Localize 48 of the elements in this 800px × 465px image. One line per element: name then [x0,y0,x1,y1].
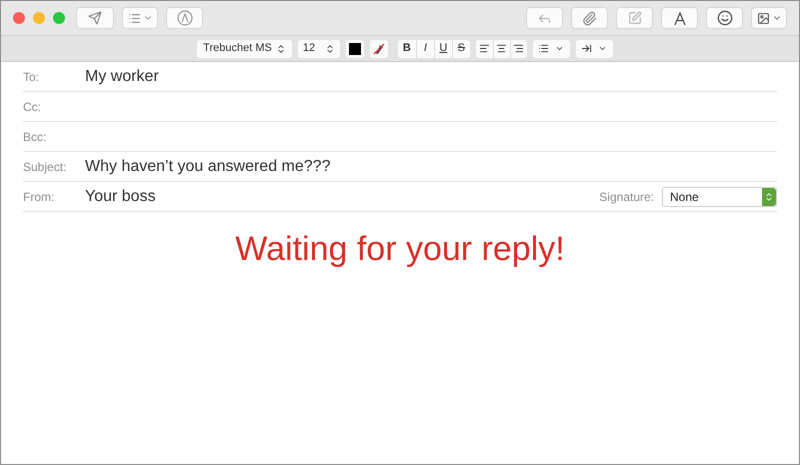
indent-button[interactable] [576,40,613,58]
highlight-button[interactable] [370,40,388,58]
smiley-icon [716,10,732,26]
field-value[interactable]: Why haven’t you answered me??? [85,154,330,178]
align-center-icon [496,43,508,54]
message-body-text: Waiting for your reply! [235,229,565,270]
send-button[interactable] [76,7,114,29]
align-left-icon [478,43,490,54]
fonts-button[interactable] [661,7,698,29]
text-style-button[interactable]: I [416,40,434,58]
field-label: Bcc: [23,128,48,146]
emoji-button[interactable] [706,7,743,29]
color-swatch-icon [348,42,361,54]
size-select[interactable]: 12 [298,40,340,58]
updown-icon [276,44,286,54]
attach-button[interactable] [571,7,608,29]
field-label: To: [23,68,40,86]
text-color-button[interactable] [346,40,364,58]
header-fields-button[interactable] [122,7,158,29]
signature-label: Signature: [599,188,654,206]
text-style-button[interactable]: B [398,40,416,58]
text-style-button[interactable]: U [434,40,452,58]
font-select[interactable]: Trebuchet MS [197,40,292,58]
square-pen-icon [628,11,642,25]
chevron-down-icon [555,44,564,53]
field-value[interactable]: Your boss [85,184,156,208]
list-icon [538,43,550,54]
letter-a-icon [674,12,686,24]
chevron-down-icon [598,44,608,53]
field-label: Subject: [23,158,68,176]
no-highlight-icon [372,42,385,54]
field-value[interactable]: My worker [85,64,159,88]
pen-tip-circle-icon [176,10,192,26]
field-label: From: [23,188,56,206]
markup-button[interactable] [166,7,203,29]
paperclip-icon [582,10,597,26]
field-label: Cc: [23,98,42,116]
paper-plane-icon [88,11,102,25]
updown-icon [324,44,335,54]
indent-icon [581,43,592,54]
align-right-icon [513,43,524,54]
updown-icon [762,188,776,206]
picture-icon [756,12,770,24]
photo-browser-button[interactable] [751,7,787,29]
signature-select[interactable]: None [662,186,777,206]
list-style-button[interactable] [532,40,570,58]
text-style-button[interactable]: S [452,40,470,58]
list-icon [128,12,140,24]
